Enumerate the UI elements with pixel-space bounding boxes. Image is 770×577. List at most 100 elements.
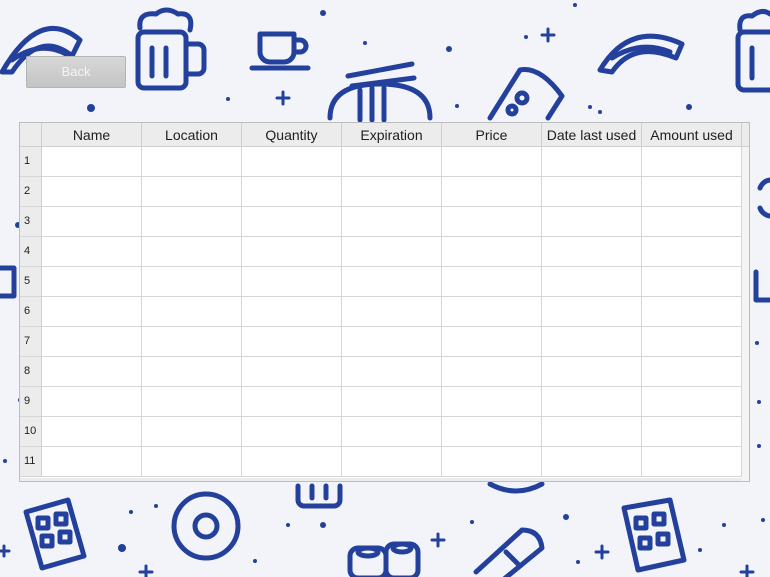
- back-button[interactable]: Back: [26, 56, 126, 88]
- table-cell[interactable]: [442, 207, 542, 237]
- table-cell[interactable]: [342, 147, 442, 177]
- row-header[interactable]: 4: [20, 237, 42, 267]
- row-header[interactable]: 11: [20, 447, 42, 477]
- column-header[interactable]: Price: [442, 123, 542, 147]
- table-cell[interactable]: [42, 417, 142, 447]
- row-header[interactable]: 7: [20, 327, 42, 357]
- row-header[interactable]: 3: [20, 207, 42, 237]
- table-cell[interactable]: [342, 297, 442, 327]
- table-cell[interactable]: [542, 357, 642, 387]
- row-header[interactable]: 8: [20, 357, 42, 387]
- table-cell[interactable]: [242, 147, 342, 177]
- table-cell[interactable]: [542, 177, 642, 207]
- table-header-row: Name Location Quantity Expiration Price Date …: [20, 123, 749, 147]
- table-cell[interactable]: [342, 207, 442, 237]
- table-cell[interactable]: [642, 237, 742, 267]
- table-cell[interactable]: [442, 357, 542, 387]
- table-cell[interactable]: [642, 357, 742, 387]
- table-cell[interactable]: [42, 207, 142, 237]
- column-header[interactable]: Date last used: [542, 123, 642, 147]
- table-cell[interactable]: [242, 237, 342, 267]
- table-cell[interactable]: [442, 177, 542, 207]
- table-cell[interactable]: [642, 297, 742, 327]
- table-cell[interactable]: [342, 267, 442, 297]
- table-cell[interactable]: [442, 417, 542, 447]
- table-cell[interactable]: [342, 327, 442, 357]
- table-cell[interactable]: [442, 447, 542, 477]
- table-cell[interactable]: [242, 417, 342, 447]
- table-cell[interactable]: [342, 447, 442, 477]
- table-cell[interactable]: [542, 387, 642, 417]
- table-cell[interactable]: [542, 147, 642, 177]
- table-cell[interactable]: [142, 267, 242, 297]
- table-cell[interactable]: [542, 237, 642, 267]
- table-cell[interactable]: [542, 447, 642, 477]
- table-cell[interactable]: [242, 177, 342, 207]
- row-header[interactable]: 6: [20, 297, 42, 327]
- inventory-table[interactable]: 1 2 3 4 5 6 7 8 9 10 11 Name Location Quantity Expira…: [19, 122, 750, 482]
- table-cell[interactable]: [142, 237, 242, 267]
- table-cell[interactable]: [342, 357, 442, 387]
- table-cell[interactable]: [142, 327, 242, 357]
- table-cell[interactable]: [342, 237, 442, 267]
- row-header[interactable]: 10: [20, 417, 42, 447]
- table-corner[interactable]: [20, 123, 42, 147]
- table-cell[interactable]: [242, 387, 342, 417]
- column-header[interactable]: Quantity: [242, 123, 342, 147]
- table-cell[interactable]: [42, 177, 142, 207]
- table-cell[interactable]: [142, 177, 242, 207]
- table-cell[interactable]: [242, 297, 342, 327]
- table-cell[interactable]: [542, 327, 642, 357]
- table-cell[interactable]: [442, 387, 542, 417]
- table-cell[interactable]: [342, 177, 442, 207]
- table-cell[interactable]: [42, 447, 142, 477]
- table-cell[interactable]: [42, 357, 142, 387]
- table-cell[interactable]: [642, 177, 742, 207]
- table-cell[interactable]: [42, 147, 142, 177]
- table-cell[interactable]: [642, 447, 742, 477]
- column-header[interactable]: Name: [42, 123, 142, 147]
- table-cell[interactable]: [442, 327, 542, 357]
- table-cell[interactable]: [142, 147, 242, 177]
- row-header[interactable]: 2: [20, 177, 42, 207]
- table-cell[interactable]: [142, 387, 242, 417]
- beer-mug-icon: [735, 8, 770, 93]
- table-cell[interactable]: [442, 147, 542, 177]
- table-cell[interactable]: [642, 387, 742, 417]
- table-cell[interactable]: [242, 327, 342, 357]
- column-header[interactable]: Amount used: [642, 123, 742, 147]
- table-cell[interactable]: [142, 447, 242, 477]
- table-cell[interactable]: [42, 387, 142, 417]
- table-cell[interactable]: [642, 327, 742, 357]
- table-cell[interactable]: [142, 207, 242, 237]
- table-cell[interactable]: [542, 267, 642, 297]
- row-header[interactable]: 1: [20, 147, 42, 177]
- table-cell[interactable]: [342, 387, 442, 417]
- table-cell[interactable]: [342, 417, 442, 447]
- table-cell[interactable]: [42, 237, 142, 267]
- row-header[interactable]: 9: [20, 387, 42, 417]
- table-cell[interactable]: [142, 357, 242, 387]
- table-cell[interactable]: [442, 237, 542, 267]
- row-header[interactable]: 5: [20, 267, 42, 297]
- column-header[interactable]: Location: [142, 123, 242, 147]
- table-cell[interactable]: [542, 297, 642, 327]
- table-cell[interactable]: [642, 207, 742, 237]
- table-cell[interactable]: [242, 447, 342, 477]
- table-cell[interactable]: [42, 297, 142, 327]
- table-cell[interactable]: [42, 327, 142, 357]
- table-cell[interactable]: [642, 417, 742, 447]
- table-cell[interactable]: [542, 207, 642, 237]
- column-header[interactable]: Expiration: [342, 123, 442, 147]
- table-cell[interactable]: [42, 267, 142, 297]
- table-cell[interactable]: [642, 147, 742, 177]
- table-cell[interactable]: [242, 357, 342, 387]
- table-cell[interactable]: [442, 297, 542, 327]
- table-cell[interactable]: [142, 297, 242, 327]
- table-cell[interactable]: [242, 267, 342, 297]
- table-cell[interactable]: [242, 207, 342, 237]
- table-cell[interactable]: [642, 267, 742, 297]
- table-cell[interactable]: [542, 417, 642, 447]
- table-cell[interactable]: [142, 417, 242, 447]
- table-cell[interactable]: [442, 267, 542, 297]
